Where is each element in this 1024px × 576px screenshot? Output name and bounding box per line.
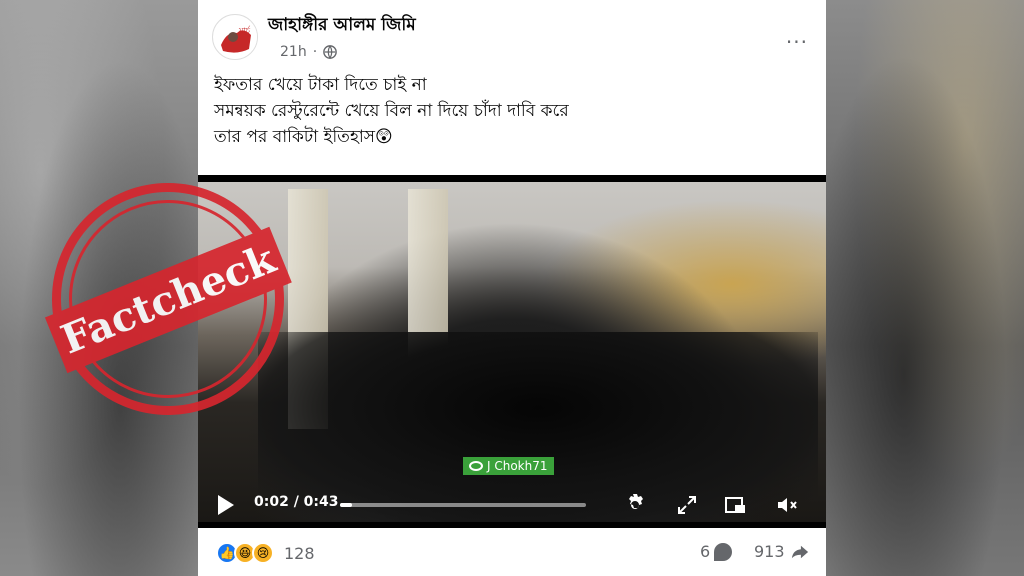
avatar[interactable]: মার্চ [212, 14, 258, 60]
picture-in-picture-icon[interactable] [722, 493, 748, 517]
eye-icon [469, 461, 483, 471]
comment-icon [714, 542, 733, 561]
post-meta: 21h · [280, 44, 337, 60]
fullscreen-icon[interactable] [674, 493, 700, 517]
background-right [824, 0, 1024, 576]
video-time: 0:02 / 0:43 [254, 494, 339, 510]
play-button[interactable] [218, 495, 234, 515]
video-watermark: J Chokh71 [463, 457, 554, 475]
progress-bar[interactable] [340, 503, 586, 507]
caption-line: ইফতার খেয়ে টাকা দিতে চাই না [214, 75, 427, 95]
sad-reaction-icon: 😢 [252, 542, 274, 564]
post-footer: 👍 😆 😢 128 6 913 [198, 528, 826, 576]
watermark-text: J Chokh71 [487, 459, 548, 473]
caption-line: সমন্বয়ক রেস্টুরেন্টে খেয়ে বিল না দিয়ে… [214, 101, 569, 121]
avatar-text: মার্চ [238, 26, 251, 35]
post-time[interactable]: 21h [280, 44, 307, 60]
share-count: 913 [754, 542, 785, 561]
settings-icon[interactable] [622, 493, 648, 517]
reactions-summary[interactable]: 👍 😆 😢 128 [216, 542, 315, 564]
share-icon [791, 545, 808, 558]
globe-icon [323, 45, 337, 59]
video-player[interactable]: J Chokh71 0:02 / 0:43 [198, 175, 826, 528]
post-caption: ইফতার খেয়ে টাকা দিতে চাই না সমন্বয়ক রে… [214, 72, 814, 150]
comment-count: 6 [700, 542, 711, 561]
caption-line: তার পর বাকিটা ইতিহাস😲 [214, 127, 393, 147]
video-controls: 0:02 / 0:43 [198, 480, 826, 528]
avatar-image: মার্চ [214, 16, 257, 59]
more-options-button[interactable]: ··· [786, 30, 808, 54]
facebook-post: মার্চ জাহাঙ্গীর আলম জিমি 21h · ··· ইফতার… [198, 0, 826, 576]
comment-count-link[interactable]: 6 [700, 542, 733, 561]
share-count-link[interactable]: 913 [754, 542, 809, 561]
author-name[interactable]: জাহাঙ্গীর আলম জিমি [268, 12, 416, 40]
reaction-count: 128 [284, 543, 315, 563]
mute-icon[interactable] [774, 493, 800, 517]
progress-fill [340, 503, 353, 507]
